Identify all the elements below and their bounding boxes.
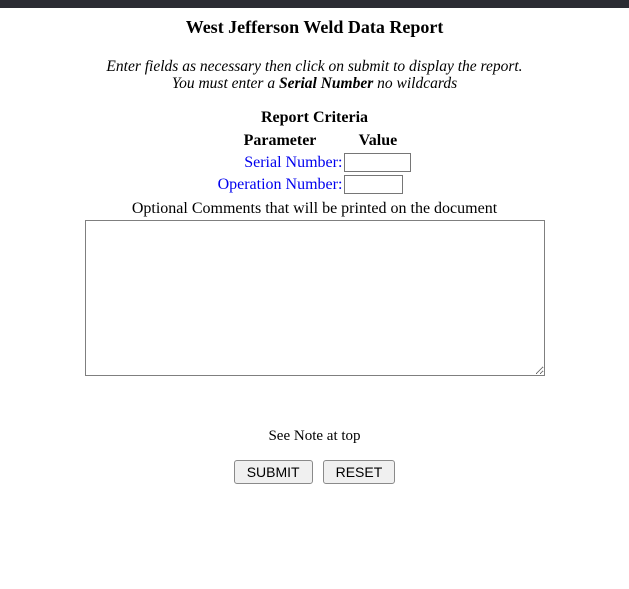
serial-number-link[interactable]: Serial Number:	[244, 154, 342, 171]
instructions-line2-suffix: no wildcards	[373, 75, 457, 92]
operation-number-link[interactable]: Operation Number:	[218, 176, 343, 193]
reset-button[interactable]: RESET	[323, 460, 396, 484]
comments-label: Optional Comments that will be printed o…	[0, 201, 629, 217]
page-title: West Jefferson Weld Data Report	[0, 18, 629, 36]
criteria-header-row: Parameter Value	[218, 132, 412, 150]
instructions-serial-number-emphasis: Serial Number	[279, 75, 373, 92]
top-bar	[0, 0, 629, 8]
table-row: Operation Number:	[218, 175, 412, 194]
criteria-table: Parameter Value Serial Number: Operation…	[216, 129, 414, 197]
report-criteria-heading: Report Criteria	[0, 110, 629, 126]
operation-number-value-cell	[344, 175, 411, 194]
serial-number-input[interactable]	[344, 153, 411, 172]
instructions-line1: Enter fields as necessary then click on …	[106, 58, 522, 75]
serial-number-label-cell: Serial Number:	[218, 153, 343, 172]
serial-number-value-cell	[344, 153, 411, 172]
operation-number-label-cell: Operation Number:	[218, 175, 343, 194]
operation-number-input[interactable]	[344, 175, 403, 194]
note-text: See Note at top	[0, 429, 629, 444]
instructions-line2-prefix: You must enter a	[172, 75, 279, 92]
parameter-column-header: Parameter	[218, 132, 343, 150]
table-row: Serial Number:	[218, 153, 412, 172]
instructions: Enter fields as necessary then click on …	[0, 58, 629, 92]
value-column-header: Value	[344, 132, 411, 150]
button-row: SUBMIT RESET	[0, 460, 629, 484]
comments-textarea[interactable]	[85, 220, 545, 376]
submit-button[interactable]: SUBMIT	[234, 460, 313, 484]
